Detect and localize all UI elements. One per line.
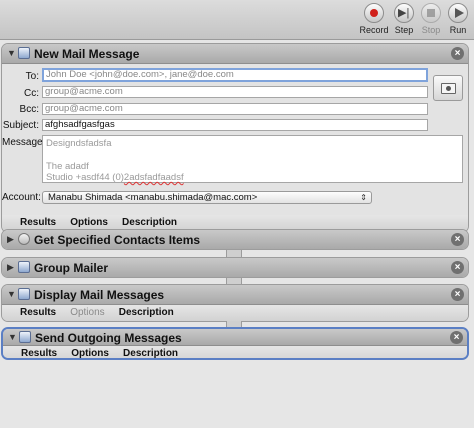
action-header[interactable]: ▼ Send Outgoing Messages × [3, 329, 467, 346]
disclosure-triangle-icon[interactable]: ▼ [8, 332, 17, 342]
action-footer: Results Options Description [3, 346, 467, 358]
action-group-mailer[interactable]: ▶ Group Mailer × [1, 257, 469, 278]
disclosure-triangle-icon[interactable]: ▼ [7, 48, 16, 58]
record-button[interactable]: Record [359, 3, 389, 37]
record-label: Record [359, 25, 389, 35]
close-icon[interactable]: × [450, 331, 463, 344]
action-title: Get Specified Contacts Items [34, 233, 201, 247]
options-tab[interactable]: Options [70, 305, 104, 321]
record-icon [364, 3, 384, 23]
stop-icon [421, 3, 441, 23]
message-line: Studio +asdf44 (0)2adsfadfaadsf [46, 172, 459, 183]
run-label: Run [449, 25, 467, 35]
toolbar: Record ▶| Step Stop Run [0, 0, 474, 40]
bcc-label: Bcc: [19, 104, 39, 115]
disclosure-triangle-icon[interactable]: ▶ [7, 262, 14, 273]
close-icon[interactable]: × [451, 47, 464, 60]
results-tab[interactable]: Results [20, 305, 56, 321]
step-button[interactable]: ▶| Step [389, 3, 419, 37]
message-text: Studio +asdf44 (0) [46, 172, 124, 183]
action-display-mail-messages[interactable]: ▼ Display Mail Messages × Results Option… [1, 284, 469, 322]
description-tab[interactable]: Description [119, 305, 174, 321]
bcc-field[interactable]: group@acme.com [42, 103, 428, 115]
mail-action-icon [19, 331, 31, 343]
message-line: Designdsfadsfa [46, 138, 112, 149]
message-label: Message: [2, 137, 46, 148]
action-new-mail-message[interactable]: ▼ New Mail Message × To: John Doe <john@… [1, 43, 469, 233]
close-icon[interactable]: × [451, 261, 464, 274]
mail-action-icon [18, 47, 30, 59]
contacts-action-icon [18, 233, 30, 245]
cc-field[interactable]: group@acme.com [42, 86, 428, 98]
step-label: Step [394, 25, 414, 35]
action-title: New Mail Message [34, 47, 140, 61]
action-footer: Results Options Description [2, 305, 468, 321]
step-icon: ▶| [394, 3, 414, 23]
stop-label: Stop [421, 25, 441, 35]
mail-form: To: John Doe <john@doe.com>, jane@doe.co… [2, 64, 468, 215]
action-get-specified-contacts-items[interactable]: ▶ Get Specified Contacts Items × [1, 229, 469, 250]
close-icon[interactable]: × [451, 233, 464, 246]
to-field[interactable]: John Doe <john@doe.com>, jane@doe.com [42, 68, 428, 82]
action-title: Display Mail Messages [34, 288, 165, 302]
description-tab[interactable]: Description [123, 346, 178, 358]
cc-label: Cc: [24, 88, 39, 99]
close-icon[interactable]: × [451, 288, 464, 301]
results-tab[interactable]: Results [21, 346, 57, 358]
disclosure-triangle-icon[interactable]: ▼ [7, 289, 16, 299]
action-title: Group Mailer [34, 261, 109, 275]
subject-label: Subject: [2, 120, 39, 131]
stop-button[interactable]: Stop [416, 3, 446, 37]
options-tab[interactable]: Options [71, 346, 109, 358]
action-header[interactable]: ▼ New Mail Message × [2, 44, 468, 64]
account-label: Account: [2, 192, 41, 203]
run-icon [448, 3, 468, 23]
address-card-icon [441, 83, 456, 94]
mail-action-icon [18, 261, 30, 273]
message-line: The adadf [46, 161, 89, 172]
disclosure-triangle-icon[interactable]: ▶ [7, 234, 14, 245]
action-send-outgoing-messages[interactable]: ▼ Send Outgoing Messages × Results Optio… [1, 327, 469, 360]
action-header[interactable]: ▼ Display Mail Messages × [2, 285, 468, 305]
account-value: Manabu Shimada <manabu.shimada@mac.com> [48, 192, 258, 203]
select-arrows-icon: ⇕ [360, 193, 367, 202]
action-header[interactable]: ▶ Group Mailer × [2, 258, 468, 277]
message-field[interactable]: Designdsfadsfa The adadf Studio +asdf44 … [42, 135, 463, 183]
action-header[interactable]: ▶ Get Specified Contacts Items × [2, 230, 468, 249]
account-select[interactable]: Manabu Shimada <manabu.shimada@mac.com> … [42, 191, 372, 204]
mail-action-icon [18, 288, 30, 300]
misspelled-text: 2adsfadfaadsf [123, 172, 184, 183]
subject-field[interactable]: afghsadfgasfgas [42, 119, 428, 131]
address-book-button[interactable] [433, 75, 463, 101]
action-title: Send Outgoing Messages [35, 331, 182, 345]
run-button[interactable]: Run [443, 3, 473, 37]
to-label: To: [25, 71, 39, 82]
